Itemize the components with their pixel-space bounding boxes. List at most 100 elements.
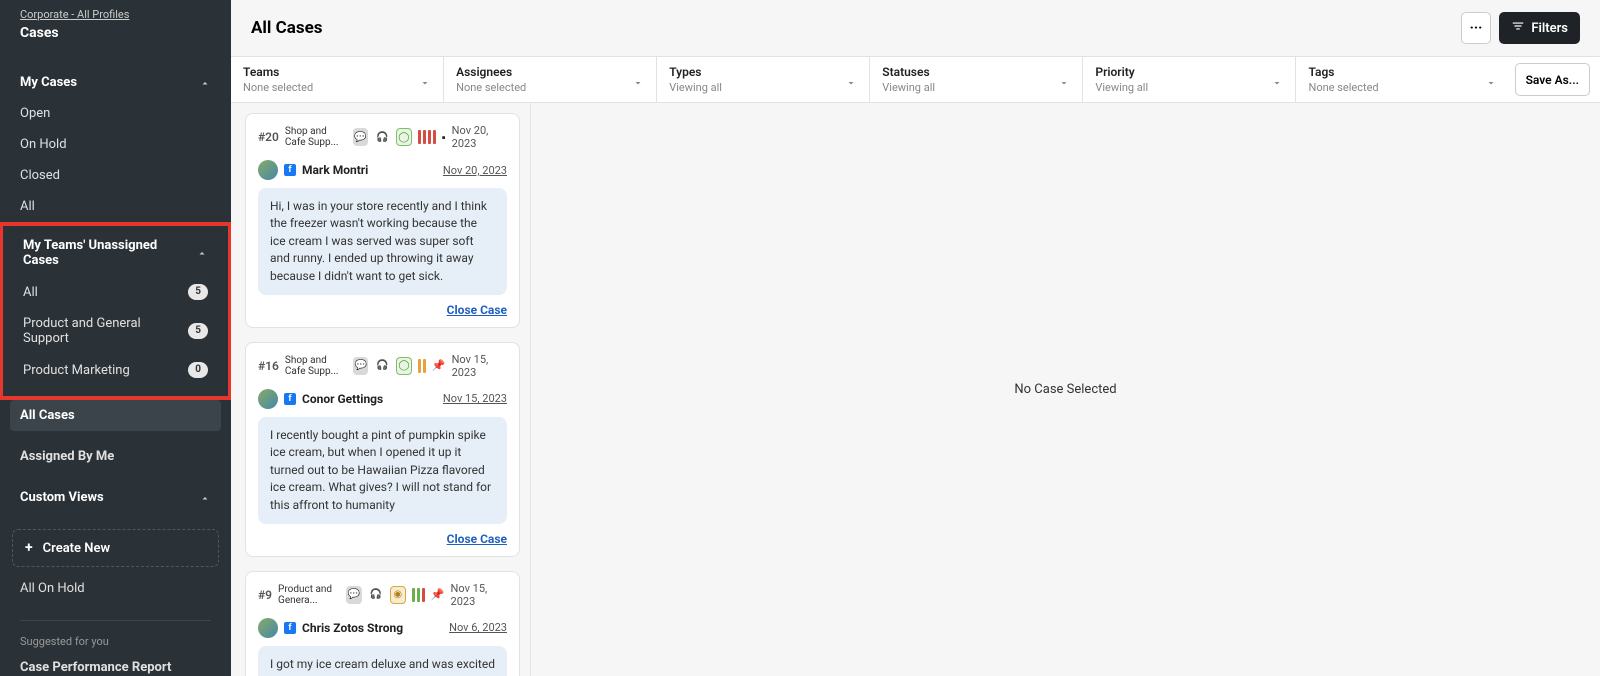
facebook-icon: f	[284, 393, 296, 405]
nav-label: Open	[20, 106, 50, 121]
suggested-label: Suggested for you	[0, 621, 231, 652]
case-card[interactable]: #20Shop and Cafe Supp...💬🎧◯▪Nov 20, 2023…	[245, 113, 520, 328]
sidebar-item-on-hold[interactable]: On Hold	[0, 129, 231, 160]
priority-bar	[433, 130, 436, 144]
filter-assignees[interactable]: AssigneesNone selected	[444, 57, 657, 102]
sidebar-item-case-performance[interactable]: Case Performance Report	[0, 652, 231, 676]
breadcrumb[interactable]: Corporate - All Profiles	[20, 8, 211, 21]
more-button[interactable]: ···	[1461, 12, 1492, 44]
chevron-down-icon	[845, 74, 857, 86]
filter-sub: Viewing all	[882, 81, 935, 94]
nav-label: All	[20, 199, 35, 214]
nav-label: All	[23, 285, 38, 300]
close-case-link[interactable]: Close Case	[258, 303, 507, 317]
sidebar-item-all[interactable]: All	[0, 191, 231, 222]
sidebar-title: Cases	[20, 25, 211, 41]
count-badge: 5	[188, 323, 208, 339]
sidebar: Corporate - All Profiles Cases My Cases …	[0, 0, 231, 676]
case-message: I got my ice cream deluxe and was excite…	[258, 646, 507, 676]
section-header-my-cases[interactable]: My Cases	[0, 67, 231, 98]
user-row: f Chris Zotos Strong Nov 6, 2023	[258, 618, 507, 638]
sidebar-item-unassigned-all[interactable]: All 5	[3, 276, 228, 308]
filter-types[interactable]: TypesViewing all	[657, 57, 870, 102]
sidebar-item-unassigned-product-marketing[interactable]: Product Marketing 0	[3, 354, 228, 386]
filter-label: Types	[669, 65, 722, 79]
content: #20Shop and Cafe Supp...💬🎧◯▪Nov 20, 2023…	[231, 103, 1600, 676]
section-header-custom-views[interactable]: Custom Views	[0, 482, 231, 513]
chat-icon: 💬	[353, 357, 369, 375]
user-date: Nov 20, 2023	[443, 164, 507, 177]
filter-label: Teams	[243, 65, 313, 79]
sidebar-item-all-cases[interactable]: All Cases	[10, 400, 221, 431]
save-as-button[interactable]: Save As...	[1515, 63, 1590, 96]
section-my-cases: My Cases Open On Hold Closed All	[0, 67, 231, 222]
user-row: fMark MontriNov 20, 2023	[258, 160, 507, 180]
sidebar-item-closed[interactable]: Closed	[0, 160, 231, 191]
user-date: Nov 15, 2023	[443, 392, 507, 405]
user-date: Nov 6, 2023	[449, 621, 507, 634]
priority-bars	[418, 130, 436, 144]
filter-row: TeamsNone selected AssigneesNone selecte…	[231, 57, 1600, 103]
status-icon: ◯	[396, 128, 412, 146]
user-row: fConor GettingsNov 15, 2023	[258, 389, 507, 409]
priority-bar	[423, 359, 426, 373]
chat-icon: 💬	[353, 128, 369, 146]
sidebar-item-open[interactable]: Open	[0, 98, 231, 129]
team-name: Shop and Cafe Supp...	[285, 355, 347, 377]
close-case-link[interactable]: Close Case	[258, 532, 507, 546]
case-message: Hi, I was in your store recently and I t…	[258, 188, 507, 295]
pin-icon: 📌	[432, 359, 446, 372]
top-bar: All Cases ··· Filters	[231, 0, 1600, 57]
headset-icon: 🎧	[374, 357, 390, 375]
section-label: My Cases	[20, 75, 77, 90]
card-header: #9Product and Genera...💬🎧◉📌Nov 15, 2023	[258, 582, 507, 608]
headset-icon: 🎧	[368, 586, 384, 604]
priority-bars	[412, 588, 425, 602]
priority-bar	[417, 588, 420, 602]
chat-icon: 💬	[346, 586, 362, 604]
card-head-date: Nov 15, 2023	[452, 353, 507, 379]
filter-sub: None selected	[1308, 81, 1378, 94]
case-message: I recently bought a pint of pumpkin spik…	[258, 417, 507, 524]
sidebar-item-unassigned-product-support[interactable]: Product and General Support 5	[3, 308, 228, 354]
plus-icon: +	[25, 540, 33, 556]
facebook-icon: f	[284, 622, 296, 634]
filter-teams[interactable]: TeamsNone selected	[231, 57, 444, 102]
section-header-unassigned[interactable]: My Teams' Unassigned Cases	[3, 230, 228, 276]
nav-label: All Cases	[20, 408, 75, 423]
section-label: Custom Views	[20, 490, 104, 505]
priority-bar	[418, 359, 421, 373]
user-name: Mark Montri	[302, 163, 368, 177]
team-name: Product and Genera...	[278, 584, 340, 606]
pin-icon: 📌	[431, 588, 445, 601]
filter-statuses[interactable]: Statuses Viewing all	[870, 57, 1083, 102]
sidebar-item-assigned-by-me[interactable]: Assigned By Me	[0, 441, 231, 472]
filter-label: Assignees	[456, 65, 526, 79]
filters-button[interactable]: Filters	[1499, 12, 1580, 44]
create-new-button[interactable]: + Create New	[12, 529, 219, 567]
avatar	[258, 618, 278, 638]
sidebar-item-all-on-hold[interactable]: All On Hold	[0, 573, 231, 604]
priority-bars	[418, 359, 426, 373]
case-card[interactable]: #16Shop and Cafe Supp...💬🎧◯📌Nov 15, 2023…	[245, 342, 520, 557]
team-name: Shop and Cafe Supp...	[285, 126, 347, 148]
card-head-date: Nov 15, 2023	[451, 582, 507, 608]
case-card[interactable]: #9Product and Genera...💬🎧◉📌Nov 15, 2023f…	[245, 571, 520, 676]
filter-tags[interactable]: TagsNone selected	[1296, 57, 1508, 102]
priority-bar	[412, 588, 415, 602]
priority-bar	[423, 130, 426, 144]
pin-icon: ▪	[442, 131, 446, 144]
filter-priority[interactable]: PriorityViewing all	[1083, 57, 1296, 102]
filter-label: Priority	[1095, 65, 1148, 79]
filter-icon	[1511, 19, 1525, 37]
filter-label: Statuses	[882, 65, 935, 79]
avatar	[258, 389, 278, 409]
nav-label: Product and General Support	[23, 316, 188, 346]
nav-label: Assigned By Me	[20, 449, 114, 464]
chevron-down-icon	[1271, 74, 1283, 86]
case-list[interactable]: #20Shop and Cafe Supp...💬🎧◯▪Nov 20, 2023…	[231, 103, 531, 676]
user-name: Chris Zotos Strong	[302, 621, 403, 635]
nav-label: Product Marketing	[23, 363, 130, 378]
nav-label: All On Hold	[20, 581, 85, 596]
nav-label: On Hold	[20, 137, 67, 152]
